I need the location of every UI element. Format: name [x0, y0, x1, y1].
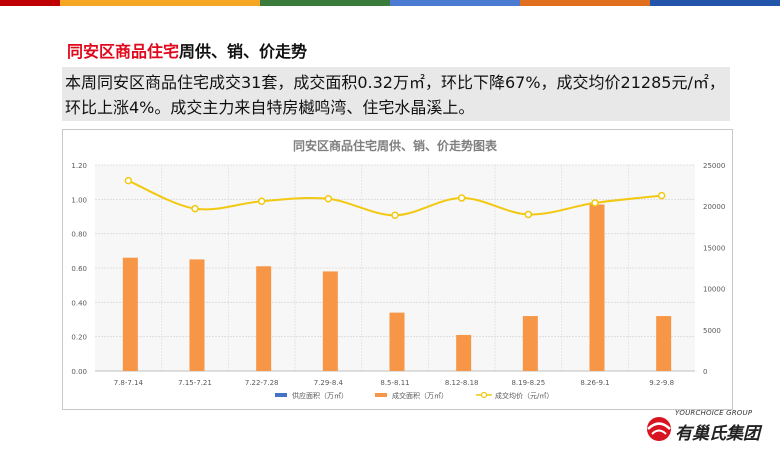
chart-container: 同安区商品住宅周供、销、价走势图表 0.00 0.20 0.40 0.60 0.80 1.0…	[62, 129, 733, 410]
right-axis-tick-label: 25000	[703, 162, 725, 170]
avg-price-point	[457, 194, 466, 202]
bar	[589, 204, 605, 371]
bar	[189, 259, 205, 371]
bar	[256, 266, 272, 371]
legend-label: 成交面积（万㎡）	[392, 391, 448, 400]
chart-title: 同安区商品住宅周供、销、价走势图表	[293, 138, 498, 153]
chart-svg: 同安区商品住宅周供、销、价走势图表 0.00 0.20 0.40 0.60 0.80 1.0…	[71, 138, 725, 400]
logo-name: 有巢氏集团	[675, 424, 760, 444]
avg-price-point	[591, 199, 599, 207]
x-axis-tick-label: 8.26-9.1	[580, 379, 609, 387]
right-axis-tick-label: 15000	[703, 244, 725, 252]
x-axis-tick-label: 9.2-9.8	[649, 379, 674, 387]
x-axis-tick-label: 7.15-7.21	[178, 379, 212, 387]
legend-swatch	[275, 393, 287, 397]
avg-price-point	[191, 204, 199, 213]
x-axis-tick-label: 7.29-8.4	[314, 379, 344, 387]
x-axis-tick-label: 7.22-7.28	[245, 379, 279, 387]
right-axis-tick-label: 5000	[703, 327, 721, 335]
bar	[522, 316, 538, 371]
heading-rest: 周供、销、价走势	[179, 42, 308, 61]
right-axis-tick-label: 10000	[703, 286, 725, 294]
top-color-bar	[0, 0, 780, 6]
x-axis-tick-label: 8.19-8.25	[511, 379, 545, 387]
avg-price-point	[324, 195, 333, 203]
left-axis-tick-label: 0.40	[71, 299, 87, 307]
avg-price-point	[657, 191, 666, 200]
top-bar-segment	[390, 0, 520, 6]
bar	[389, 312, 405, 371]
top-bar-segment	[520, 0, 650, 6]
x-axis-tick-label: 8.5-8.11	[380, 379, 409, 387]
legend-label: 供应面积（万㎡）	[292, 391, 348, 400]
legend-swatch	[375, 393, 387, 397]
avg-price-point	[524, 210, 533, 219]
bar	[322, 271, 338, 371]
left-axis-tick-label: 1.00	[71, 196, 87, 204]
bar	[656, 316, 672, 371]
top-bar-segment	[60, 0, 260, 6]
top-bar-segment	[650, 0, 780, 6]
avg-price-point	[391, 211, 399, 220]
company-logo: YOURCHOICE GROUP 有巢氏集团	[645, 409, 777, 447]
avg-price-point	[257, 197, 266, 206]
top-bar-segment	[0, 0, 60, 6]
summary-text: 本周同安区商品住宅成交31套，成交面积0.32万㎡，环比下降67%，成交均价21…	[62, 67, 730, 121]
logo-tagline: YOURCHOICE GROUP	[675, 409, 753, 417]
top-bar-segment	[260, 0, 390, 6]
bar	[122, 257, 138, 371]
heading-highlight: 同安区商品住宅	[67, 42, 180, 61]
avg-price-point	[124, 176, 133, 185]
left-axis-tick-label: 1.20	[71, 162, 87, 170]
left-axis-tick-label: 0.60	[71, 265, 87, 273]
right-axis-tick-label: 0	[703, 368, 707, 376]
bar	[456, 334, 472, 371]
x-axis-tick-label: 8.12-8.18	[445, 379, 479, 387]
left-axis-tick-label: 0.20	[71, 334, 87, 342]
x-axis-tick-label: 7.8-7.14	[114, 379, 144, 387]
left-axis-tick-label: 0.00	[71, 368, 87, 376]
left-axis-tick-label: 0.80	[71, 231, 87, 239]
legend-label: 成交均价（元/㎡）	[495, 391, 553, 400]
page-heading: 同安区商品住宅周供、销、价走势	[67, 38, 307, 62]
legend-swatch	[480, 391, 488, 399]
logo-emblem-icon	[647, 417, 671, 441]
right-axis-tick-label: 20000	[703, 203, 725, 211]
